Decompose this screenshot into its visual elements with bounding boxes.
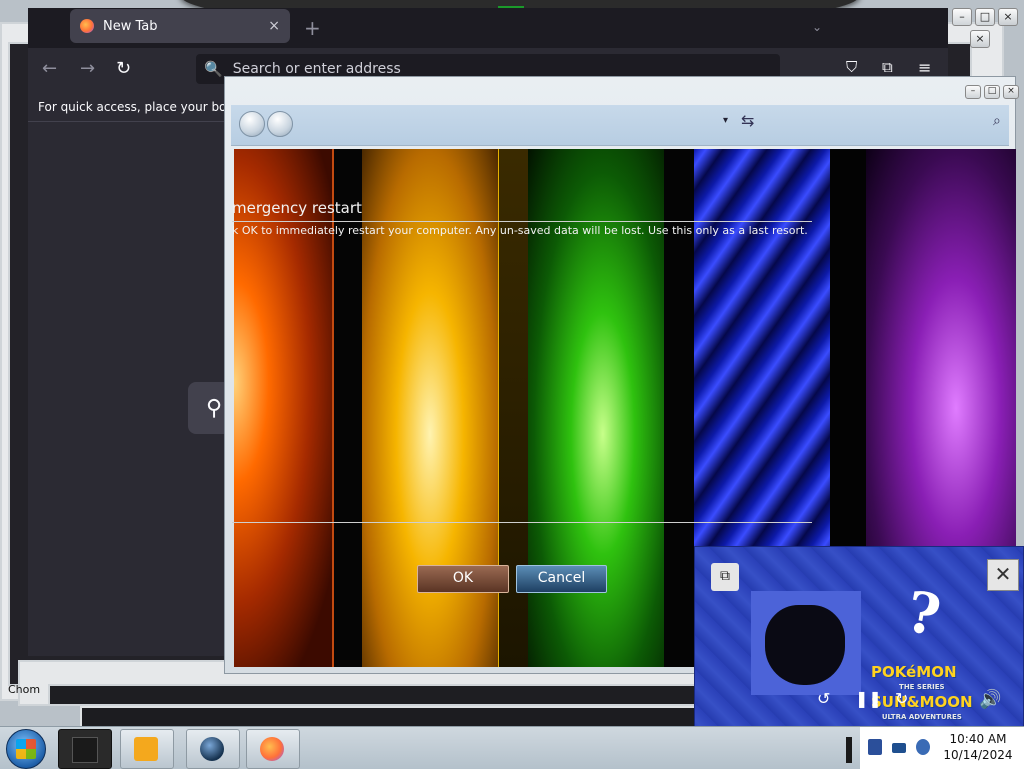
taskbar: 10:40 AM 10/14/2024 (0, 726, 1024, 769)
clock[interactable]: 10:40 AM 10/14/2024 (938, 731, 1018, 763)
logo-sub: ULTRA ADVENTURES (881, 713, 962, 721)
tab-list-chevron-icon[interactable]: ⌄ (812, 20, 822, 34)
close-icon[interactable]: × (998, 8, 1018, 26)
close-player-icon[interactable]: ✕ (987, 559, 1019, 591)
window-controls-ghost-2: × (970, 30, 990, 48)
taskbar-item-terminal[interactable] (58, 729, 112, 769)
dropdown-arrow-icon[interactable]: ▾ (723, 115, 728, 126)
pocket-icon[interactable]: ⛉ (846, 58, 857, 76)
address-placeholder: Search or enter address (232, 61, 401, 77)
maximize-icon[interactable]: □ (984, 85, 1000, 99)
pokemon-silhouette-art (751, 591, 861, 695)
dialog-title: mergency restart (232, 199, 362, 217)
clock-date: 10/14/2024 (943, 748, 1013, 762)
start-orb-button[interactable] (6, 729, 46, 769)
maximize-icon[interactable]: □ (975, 8, 995, 26)
tab-strip: New Tab × + ⌄ (28, 8, 948, 48)
close-tab-icon[interactable]: × (268, 18, 280, 34)
firefox-icon (260, 737, 284, 761)
replay-icon[interactable]: ↺ (817, 689, 830, 708)
window-controls-ghost: – □ × (952, 8, 1018, 26)
bookmarks-hint: For quick access, place your bookm (38, 100, 253, 114)
volume-icon[interactable]: 🔊 (979, 689, 1001, 710)
close-icon[interactable]: × (1003, 85, 1019, 99)
search-icon[interactable]: ⌕ (993, 113, 1001, 129)
notification-flag-icon[interactable] (868, 739, 882, 755)
logo-title: SUN&MOON (871, 693, 973, 711)
terminal-icon (72, 737, 98, 763)
explorer-window-controls: – □ × (965, 85, 1019, 99)
back-orb-icon[interactable] (239, 111, 265, 137)
close-icon[interactable]: × (970, 30, 990, 48)
info-icon[interactable] (916, 739, 930, 755)
background-window-label: Chom (8, 683, 41, 696)
dialog-message: k OK to immediately restart your compute… (232, 224, 808, 237)
explorer-toolbar: ▾ ⇆ ⌕ (231, 105, 1009, 146)
taskbar-item-media-player[interactable] (120, 729, 174, 769)
back-arrow-icon[interactable]: ← (42, 58, 57, 79)
windows-logo-icon (16, 739, 36, 759)
network-icon[interactable] (892, 743, 906, 753)
globe-icon (200, 737, 224, 761)
menu-hamburger-icon[interactable]: ≡ (918, 58, 931, 77)
pause-icon[interactable]: ❚❚ (855, 689, 882, 708)
minimize-icon[interactable]: – (965, 85, 981, 99)
search-icon: 🔍 (204, 60, 223, 78)
logo-top: POKéMON (871, 663, 957, 681)
ghost-window-bottom-3 (80, 706, 734, 728)
media-player-icon (134, 737, 158, 761)
clock-time: 10:40 AM (949, 732, 1007, 746)
cancel-button[interactable]: Cancel (516, 565, 607, 593)
dialog-divider-top (232, 221, 812, 222)
taskbar-item-firefox[interactable] (246, 729, 300, 769)
forward-arrow-icon[interactable]: → (80, 58, 95, 79)
media-mini-player: ⧉ ✕ ? POKéMON THE SERIES SUN&MOON ULTRA … (694, 546, 1024, 738)
minimize-icon[interactable]: – (952, 8, 972, 26)
tab-title: New Tab (103, 18, 158, 34)
tab-new-tab[interactable]: New Tab × (70, 9, 290, 43)
search-icon: ⚲ (206, 396, 223, 421)
question-mark: ? (901, 578, 946, 650)
refresh-icon[interactable]: ⇆ (741, 111, 754, 130)
new-tab-plus-icon[interactable]: + (304, 16, 321, 40)
extensions-puzzle-icon[interactable]: ⧉ (882, 58, 893, 76)
tray-separator (846, 737, 852, 763)
forward-orb-icon[interactable] (267, 111, 293, 137)
firefox-logo-icon (80, 19, 94, 33)
snapshot-icon[interactable]: ⧉ (711, 563, 739, 591)
forward-icon[interactable]: ↻ (895, 689, 908, 708)
show-logo: POKéMON THE SERIES SUN&MOON ULTRA ADVENT… (871, 665, 973, 725)
ghost-window-bottom-2 (48, 684, 732, 706)
ok-button[interactable]: OK (417, 565, 509, 593)
silhouette (765, 605, 845, 685)
taskbar-item-globe[interactable] (186, 729, 240, 769)
dialog-divider-bottom (232, 522, 812, 523)
reload-icon[interactable]: ↻ (116, 58, 131, 79)
